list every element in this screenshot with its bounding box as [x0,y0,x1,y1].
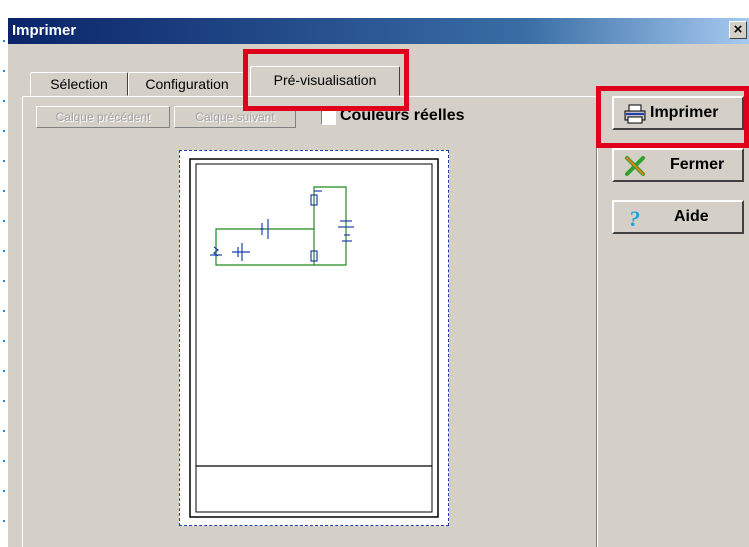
x-cross-icon [624,155,646,177]
background-guide-dots [0,0,8,547]
previous-layer-button[interactable]: Calque précédent [36,106,170,128]
title-bar: Imprimer × [8,18,749,44]
tab-configuration[interactable]: Configuration [128,72,246,96]
close-icon: × [733,21,743,38]
print-preview-page [179,150,449,526]
close-button-label: Fermer [670,156,725,173]
svg-text:?: ? [629,207,640,229]
help-button-label: Aide [674,208,709,225]
panel-separator-highlight [597,96,598,547]
highlight-box-print-button [596,86,749,148]
question-mark-icon: ? [624,206,646,231]
real-colors-checkbox[interactable] [321,110,336,125]
close-window-button[interactable]: × [729,21,747,39]
dialog-title: Imprimer [12,22,77,39]
tab-selection[interactable]: Sélection [30,72,128,96]
help-button[interactable]: ? Aide [612,200,744,234]
close-button[interactable]: Fermer [612,148,744,182]
highlight-box-preview-tab [243,49,409,111]
schematic-preview [189,158,439,518]
